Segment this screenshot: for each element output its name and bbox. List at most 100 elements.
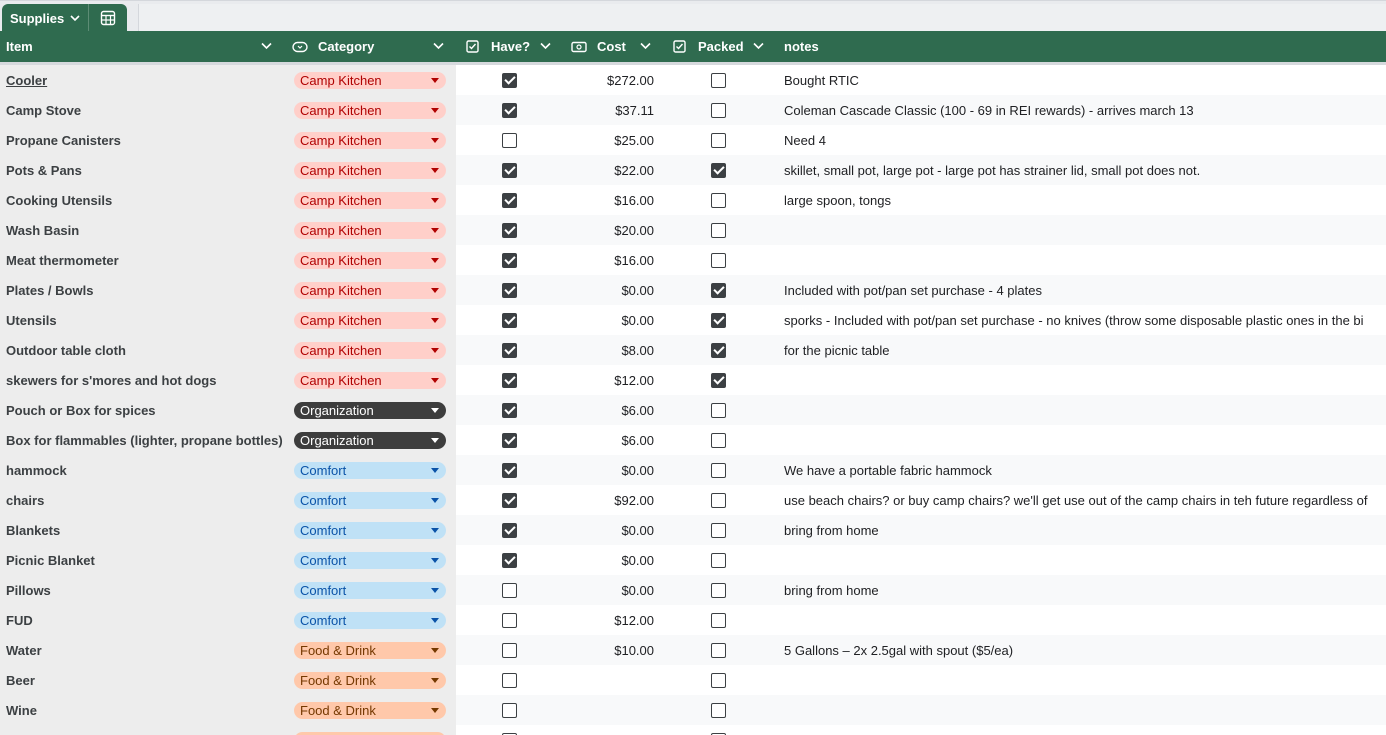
cell-item[interactable]: Water	[0, 635, 286, 665]
have-checkbox[interactable]	[501, 672, 517, 688]
cell-category[interactable]: Food & Drink	[286, 695, 456, 725]
category-chip[interactable]: Organization	[294, 431, 446, 449]
cell-notes[interactable]: Need 4	[774, 125, 1386, 155]
cell-item[interactable]: Box for flammables (lighter, propane bot…	[0, 425, 286, 455]
column-header-item[interactable]: Item	[6, 31, 286, 62]
packed-checkbox[interactable]	[710, 312, 726, 328]
have-checkbox[interactable]	[501, 582, 517, 598]
cell-notes[interactable]	[774, 245, 1386, 275]
category-chip[interactable]: Camp Kitchen	[294, 251, 446, 269]
table-row[interactable]: Wash Basin Camp Kitchen $20.00	[0, 215, 1386, 245]
cell-packed[interactable]	[662, 485, 774, 515]
sheet-tab-main[interactable]: Supplies	[2, 4, 88, 32]
cell-have[interactable]	[456, 275, 562, 305]
cell-have[interactable]	[456, 155, 562, 185]
cell-item[interactable]: Pillows	[0, 575, 286, 605]
cell-category[interactable]: Camp Kitchen	[286, 365, 456, 395]
cell-category[interactable]: Camp Kitchen	[286, 65, 456, 95]
have-checkbox[interactable]	[501, 402, 517, 418]
table-row[interactable]: Outdoor table cloth Camp Kitchen $8.00 for …	[0, 335, 1386, 365]
packed-checkbox[interactable]	[710, 192, 726, 208]
table-row[interactable]: skewers for s'mores and hot dogs Camp Kit…	[0, 365, 1386, 395]
category-chip[interactable]: Camp Kitchen	[294, 131, 446, 149]
category-chip[interactable]: Comfort	[294, 581, 446, 599]
cell-cost[interactable]	[562, 725, 662, 735]
cell-notes[interactable]	[774, 695, 1386, 725]
cell-notes[interactable]: skillet, small pot, large pot - large po…	[774, 155, 1386, 185]
table-row[interactable]: Propane Canisters Camp Kitchen $25.00 Need …	[0, 125, 1386, 155]
cell-have[interactable]	[456, 215, 562, 245]
packed-checkbox[interactable]	[710, 102, 726, 118]
have-checkbox[interactable]	[501, 462, 517, 478]
cell-packed[interactable]	[662, 245, 774, 275]
have-checkbox[interactable]	[501, 432, 517, 448]
have-checkbox[interactable]	[501, 192, 517, 208]
table-row[interactable]: Picnic Blanket Comfort $0.00	[0, 545, 1386, 575]
cell-item[interactable]: skewers for s'mores and hot dogs	[0, 365, 286, 395]
have-checkbox[interactable]	[501, 132, 517, 148]
cell-category[interactable]: Camp Kitchen	[286, 275, 456, 305]
table-row[interactable]: Pillows Comfort $0.00 bring from home	[0, 575, 1386, 605]
cell-have[interactable]	[456, 365, 562, 395]
cell-packed[interactable]	[662, 125, 774, 155]
category-chip[interactable]: Food & Drink	[294, 731, 446, 735]
category-chip[interactable]: Food & Drink	[294, 641, 446, 659]
cell-have[interactable]	[456, 335, 562, 365]
cell-cost[interactable]: $16.00	[562, 185, 662, 215]
cell-notes[interactable]: bring from home	[774, 515, 1386, 545]
chevron-down-icon[interactable]	[261, 42, 272, 50]
chevron-down-icon[interactable]	[640, 42, 651, 50]
cell-category[interactable]: Comfort	[286, 575, 456, 605]
category-chip[interactable]: Camp Kitchen	[294, 371, 446, 389]
table-row[interactable]: chairs Comfort $92.00 use beach chairs? or …	[0, 485, 1386, 515]
cell-cost[interactable]: $22.00	[562, 155, 662, 185]
cell-notes[interactable]: Included with pot/pan set purchase - 4 p…	[774, 275, 1386, 305]
packed-checkbox[interactable]	[710, 402, 726, 418]
category-chip[interactable]: Camp Kitchen	[294, 71, 446, 89]
category-chip[interactable]: Camp Kitchen	[294, 281, 446, 299]
cell-have[interactable]	[456, 485, 562, 515]
cell-cost[interactable]: $10.00	[562, 635, 662, 665]
category-chip[interactable]: Camp Kitchen	[294, 101, 446, 119]
have-checkbox[interactable]	[501, 522, 517, 538]
cell-packed[interactable]	[662, 305, 774, 335]
cell-category[interactable]: Food & Drink	[286, 725, 456, 735]
cell-item[interactable]: Cooking Utensils	[0, 185, 286, 215]
cell-cost[interactable]: $8.00	[562, 335, 662, 365]
table-row[interactable]: FUD Comfort $12.00	[0, 605, 1386, 635]
cell-item[interactable]: Utensils	[0, 305, 286, 335]
chevron-down-icon[interactable]	[433, 42, 444, 50]
cell-notes[interactable]	[774, 365, 1386, 395]
packed-checkbox[interactable]	[710, 672, 726, 688]
packed-checkbox[interactable]	[710, 222, 726, 238]
cell-category[interactable]: Food & Drink	[286, 635, 456, 665]
cell-cost[interactable]: $6.00	[562, 425, 662, 455]
cell-have[interactable]	[456, 665, 562, 695]
category-chip[interactable]: Food & Drink	[294, 671, 446, 689]
cell-item[interactable]: Wash Basin	[0, 215, 286, 245]
cell-have[interactable]	[456, 455, 562, 485]
category-chip[interactable]: Camp Kitchen	[294, 221, 446, 239]
cell-have[interactable]	[456, 425, 562, 455]
have-checkbox[interactable]	[501, 342, 517, 358]
cell-item[interactable]: Blankets	[0, 515, 286, 545]
cell-category[interactable]: Comfort	[286, 485, 456, 515]
cell-item[interactable]	[0, 725, 286, 735]
cell-notes[interactable]: sporks - Included with pot/pan set purch…	[774, 305, 1386, 335]
cell-cost[interactable]: $25.00	[562, 125, 662, 155]
table-row[interactable]: Wine Food & Drink	[0, 695, 1386, 725]
packed-checkbox[interactable]	[710, 432, 726, 448]
packed-checkbox[interactable]	[710, 282, 726, 298]
cell-notes[interactable]: Coleman Cascade Classic (100 - 69 in REI…	[774, 95, 1386, 125]
cell-packed[interactable]	[662, 215, 774, 245]
cell-item[interactable]: Meat thermometer	[0, 245, 286, 275]
cell-notes[interactable]: We have a portable fabric hammock	[774, 455, 1386, 485]
packed-checkbox[interactable]	[710, 162, 726, 178]
category-chip[interactable]: Comfort	[294, 491, 446, 509]
have-checkbox[interactable]	[501, 162, 517, 178]
cell-category[interactable]: Camp Kitchen	[286, 95, 456, 125]
cell-category[interactable]: Organization	[286, 395, 456, 425]
column-header-category[interactable]: Category	[292, 31, 456, 62]
have-checkbox[interactable]	[501, 222, 517, 238]
packed-checkbox[interactable]	[710, 612, 726, 628]
